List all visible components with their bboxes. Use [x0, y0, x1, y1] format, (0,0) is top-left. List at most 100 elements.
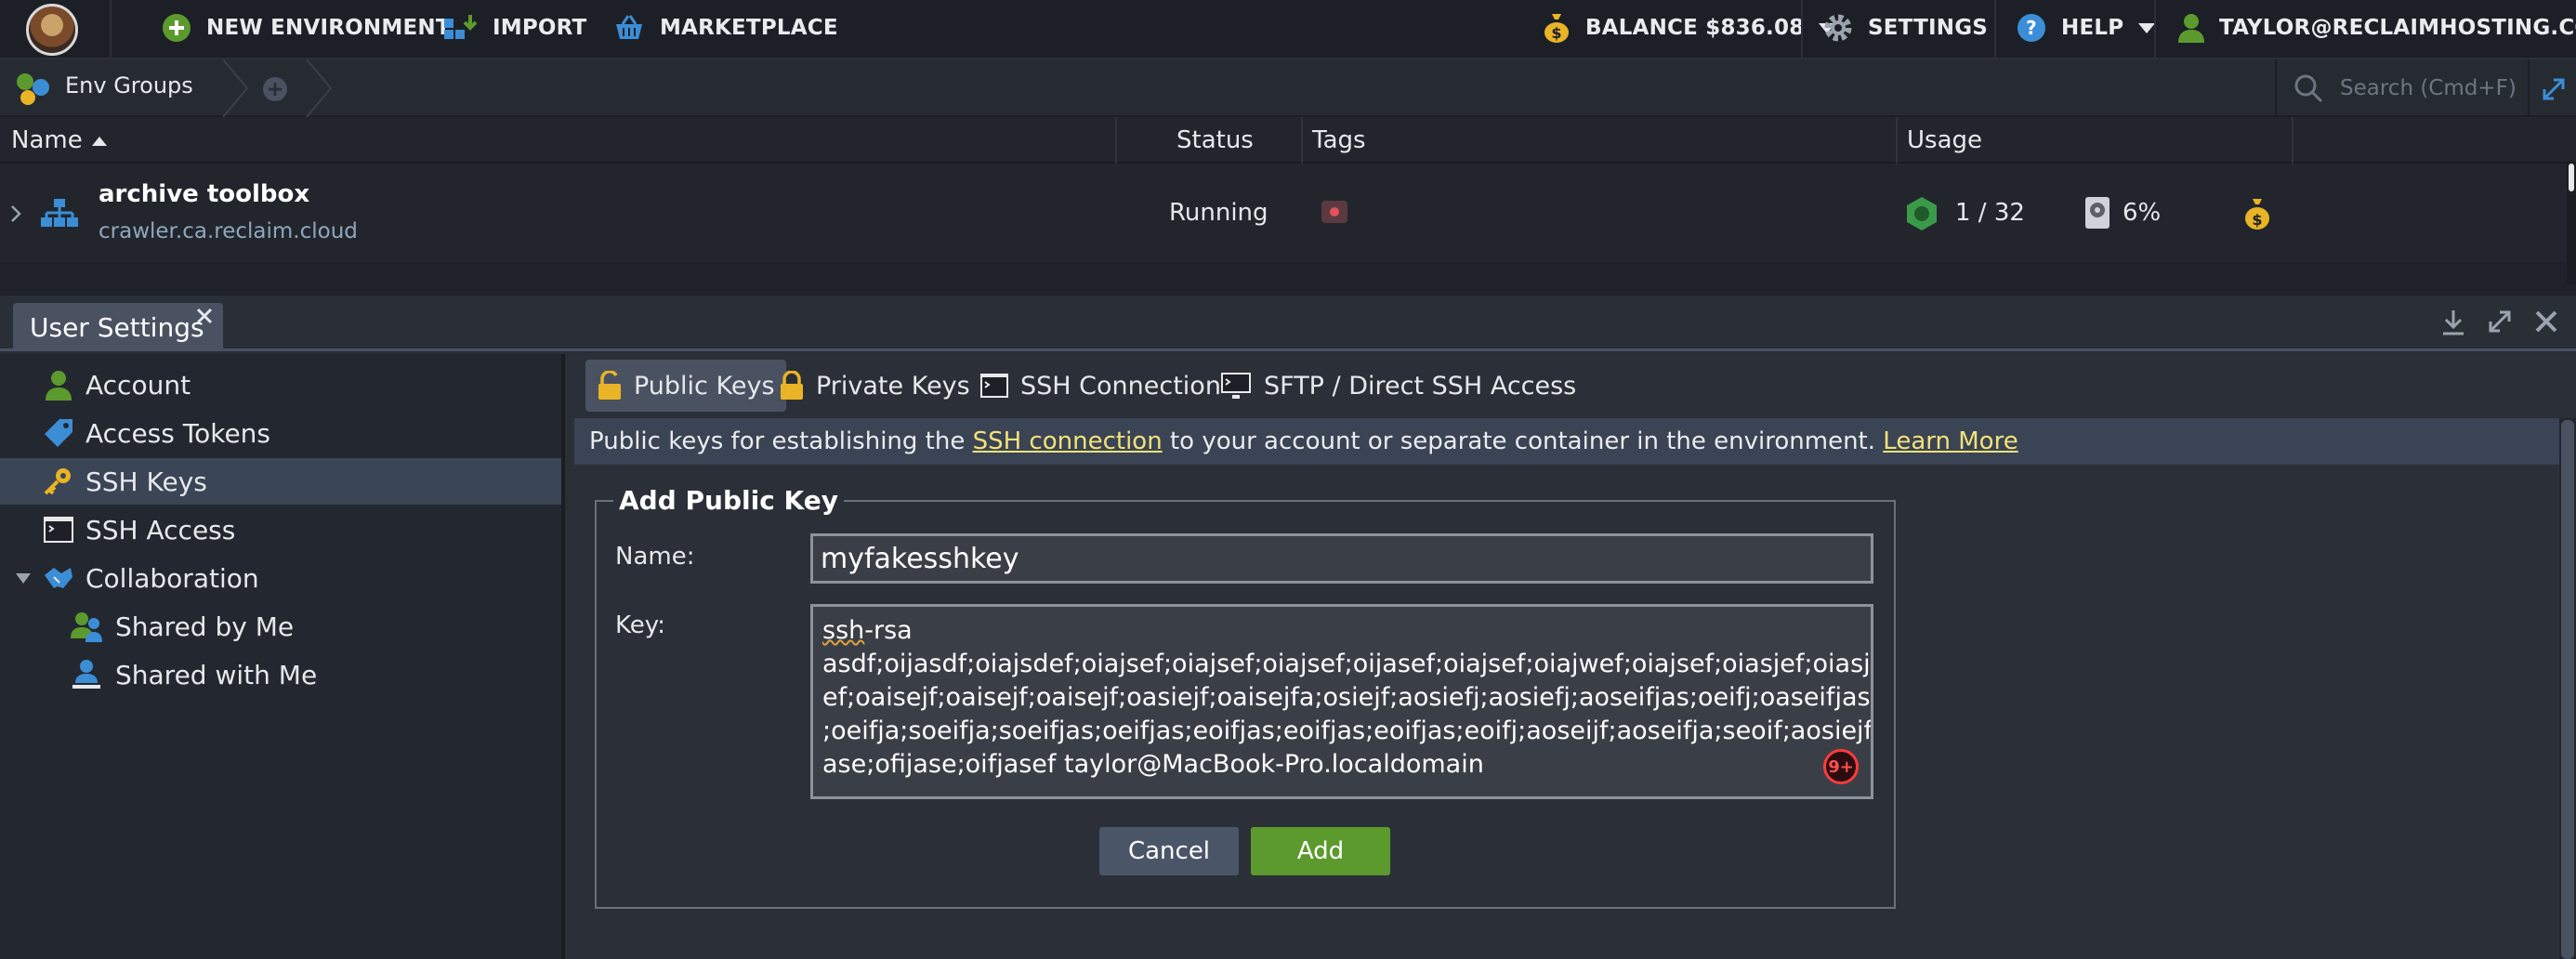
settings-button[interactable]: SETTINGS: [1823, 0, 1988, 56]
tab-user-settings[interactable]: User Settings: [13, 303, 223, 351]
column-name[interactable]: Name: [11, 117, 107, 164]
key-name-input[interactable]: [810, 533, 1873, 584]
settings-label: SETTINGS: [1868, 16, 1989, 40]
shared-by-me-icon: [71, 612, 102, 642]
key-icon: [44, 468, 71, 495]
sidebar-item-shared-by-me[interactable]: Shared by Me: [0, 603, 561, 650]
column-tags-label: Tags: [1312, 126, 1366, 154]
close-icon[interactable]: [195, 307, 214, 325]
top-bar: NEW ENVIRONMENT IMPORT MARKETPLACE $ BAL…: [0, 0, 2576, 59]
chevron-right-icon[interactable]: [9, 204, 22, 223]
form-legend: Add Public Key: [613, 485, 844, 516]
expand-icon[interactable]: [2487, 309, 2513, 335]
new-environment-button[interactable]: NEW ENVIRONMENT: [162, 0, 451, 56]
sidebar-item-account[interactable]: Account: [0, 361, 561, 408]
learn-more-link[interactable]: Learn More: [1883, 427, 2017, 455]
tag-icon[interactable]: [1321, 201, 1347, 223]
key-text: ef;oaisejf;oaisejf;oaisejf;oasiejf;oaise…: [822, 683, 1871, 712]
status-text: Running: [1169, 199, 1268, 227]
divider: [2292, 117, 2293, 164]
divider: [2154, 0, 2156, 58]
settings-sidebar: Account Access Tokens SSH Keys SSH Acces…: [0, 354, 565, 959]
user-menu-button[interactable]: TAYLOR@RECLAIMHOSTING.COM: [2178, 0, 2576, 56]
sidebar-item-collaboration[interactable]: Collaboration: [0, 555, 561, 601]
handshake-icon: [45, 568, 72, 588]
add-group-icon[interactable]: [262, 76, 288, 102]
sidebar-item-label: Collaboration: [85, 562, 259, 594]
sidebar-item-label: Shared by Me: [115, 611, 295, 642]
column-tags[interactable]: Tags: [1312, 117, 1366, 164]
scrollbar-thumb[interactable]: [2569, 164, 2574, 191]
svg-text:$: $: [1551, 24, 1561, 42]
unlocked-padlock-icon: [598, 371, 621, 400]
sidebar-item-access-tokens[interactable]: Access Tokens: [0, 410, 561, 456]
column-usage-label: Usage: [1907, 126, 1983, 154]
sidebar-item-label: Access Tokens: [85, 417, 271, 449]
table-row[interactable]: [0, 164, 2576, 262]
close-panel-icon[interactable]: [2533, 309, 2559, 335]
key-text: -rsa: [864, 616, 913, 645]
sidebar-item-ssh-keys[interactable]: SSH Keys: [0, 458, 561, 505]
chevron-down-icon[interactable]: [15, 571, 32, 585]
divider: [1896, 117, 1898, 164]
download-icon[interactable]: [2440, 309, 2466, 336]
import-label: IMPORT: [493, 16, 587, 40]
svg-text:?: ?: [2026, 17, 2037, 39]
column-status-label: Status: [1176, 126, 1254, 154]
env-table-header: Name Status Tags Usage: [0, 117, 2576, 164]
divider: [1994, 0, 1996, 58]
key-text: ;oeifja;soeifja;soeifjas;oeifjas;eoifjas…: [822, 716, 1873, 745]
chevron-down-icon: [2138, 22, 2156, 33]
user-label: TAYLOR@RECLAIMHOSTING.COM: [2219, 16, 2576, 40]
disk-icon: [2085, 197, 2109, 229]
add-button[interactable]: Add: [1251, 827, 1390, 875]
expand-button[interactable]: [2528, 59, 2576, 117]
tab-public-keys[interactable]: Public Keys: [585, 360, 786, 412]
money-bag-icon[interactable]: $: [2243, 197, 2271, 230]
disk-usage: 6%: [2123, 199, 2162, 227]
breadcrumb-chevron-icon: [222, 59, 249, 117]
ssh-connection-link[interactable]: SSH connection: [973, 427, 1163, 455]
tab-sftp-direct-ssh[interactable]: SFTP / Direct SSH Access: [1208, 360, 1587, 412]
env-topology-icon: [41, 199, 78, 227]
monitor-terminal-icon: [1221, 373, 1251, 399]
expand-icon: [2543, 78, 2565, 100]
search-placeholder: Search (Cmd+F): [2340, 76, 2517, 100]
key-label: Key:: [615, 611, 666, 639]
cloudlets-usage: 1 / 32: [1955, 199, 2025, 227]
sidebar-item-label: SSH Access: [85, 514, 236, 545]
tab-ssh-connection[interactable]: SSH Connection: [968, 360, 1232, 412]
name-label: Name:: [615, 543, 695, 571]
sidebar-item-label: SSH Keys: [85, 466, 207, 497]
key-text: ase;ofijase;oifjasef taylor@MacBook-Pro.…: [822, 750, 1484, 779]
divider: [1115, 117, 1117, 164]
cancel-button[interactable]: Cancel: [1099, 827, 1239, 875]
tab-label: Private Keys: [816, 371, 970, 401]
key-text: ssh: [822, 616, 865, 645]
search-box[interactable]: Search (Cmd+F): [2275, 59, 2526, 117]
column-status[interactable]: Status: [1176, 117, 1254, 164]
sidebar-item-ssh-access[interactable]: SSH Access: [0, 506, 561, 553]
help-button[interactable]: ? HELP: [2017, 0, 2156, 56]
tab-private-keys[interactable]: Private Keys: [768, 360, 981, 412]
import-button[interactable]: IMPORT: [442, 0, 586, 56]
balance-button[interactable]: $ BALANCE $836.08: [1543, 0, 1836, 56]
reclaim-cloud-logo[interactable]: [26, 4, 78, 56]
column-usage[interactable]: Usage: [1907, 117, 1982, 164]
tab-label: SFTP / Direct SSH Access: [1264, 371, 1577, 401]
scrollbar-thumb[interactable]: [2561, 420, 2574, 959]
import-icon: [442, 13, 478, 43]
env-domain-link[interactable]: crawler.ca.reclaim.cloud: [99, 219, 358, 243]
terminal-icon: [980, 374, 1008, 398]
basket-icon: [613, 13, 645, 43]
search-icon: [2293, 73, 2323, 103]
env-name[interactable]: archive toolbox: [99, 180, 309, 208]
sidebar-item-shared-with-me[interactable]: Shared with Me: [0, 651, 561, 698]
new-environment-label: NEW ENVIRONMENT: [206, 16, 451, 40]
info-text: to your account or separate container in…: [1162, 427, 1884, 455]
extension-badge[interactable]: 9+: [1823, 749, 1859, 784]
terminal-icon: [44, 517, 73, 543]
env-groups-label[interactable]: Env Groups: [65, 72, 193, 99]
marketplace-button[interactable]: MARKETPLACE: [613, 0, 838, 56]
public-key-textarea[interactable]: ssh-rsa asdf;oijasdf;oiajsdef;oiajsef;oia…: [810, 604, 1873, 799]
